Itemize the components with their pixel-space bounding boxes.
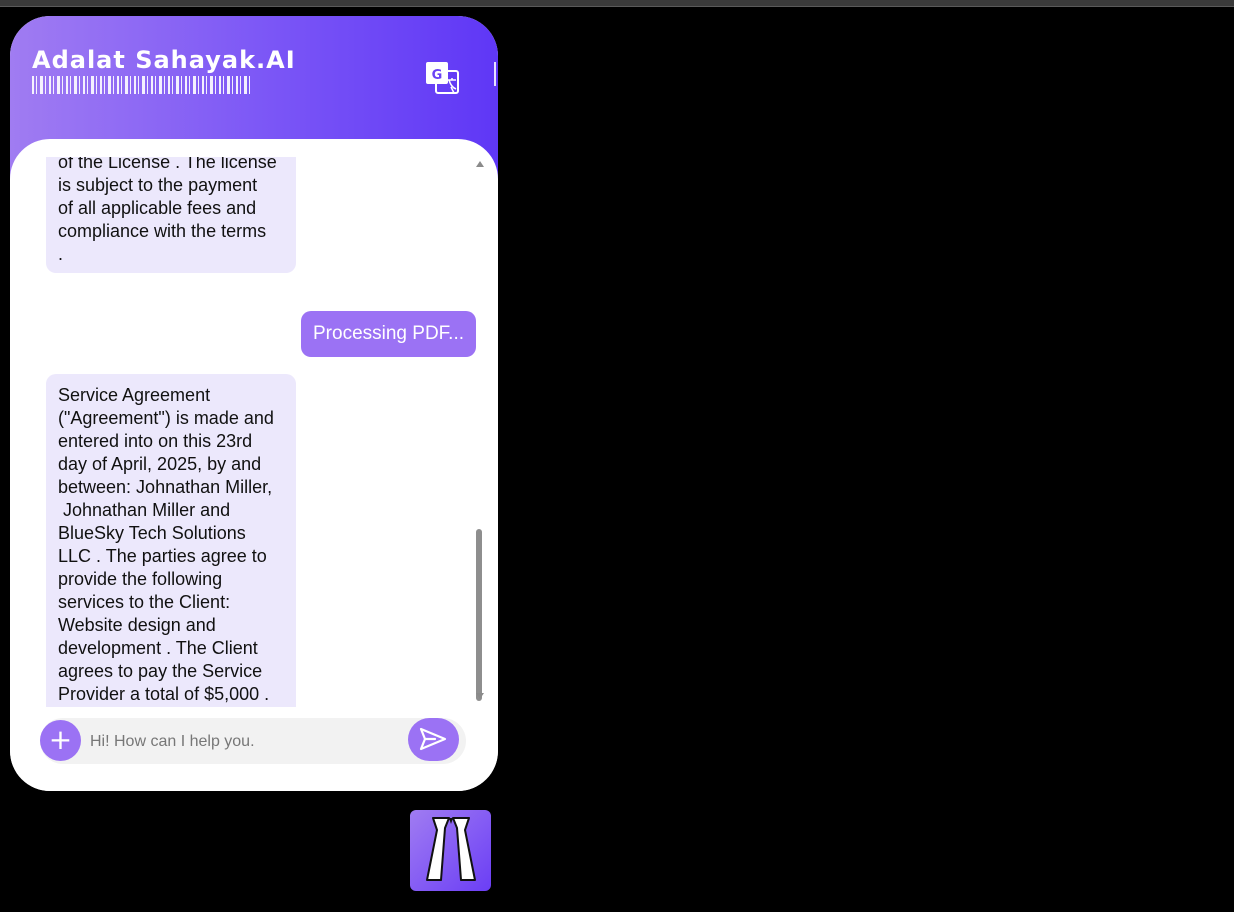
svg-text:G: G: [432, 68, 443, 83]
message-line: of all applicable fees and: [58, 198, 257, 218]
message-line: services to the Client:: [58, 592, 231, 612]
user-message: Processing PDF...: [301, 311, 476, 357]
message-line: of the License . The license: [58, 157, 277, 172]
message-line: .: [58, 244, 64, 264]
bot-message: of the License . The license is subject …: [46, 157, 296, 273]
message-line: ("Agreement") is made and: [58, 408, 274, 428]
header-divider: [494, 62, 496, 86]
lawyer-bands-icon: [426, 817, 476, 881]
scroll-down-arrow-icon[interactable]: [476, 693, 484, 699]
google-translate-icon: G: [426, 62, 459, 94]
chat-launcher-button[interactable]: [410, 810, 491, 891]
message-list[interactable]: of the License . The license is subject …: [10, 157, 498, 707]
message-line: provide the following: [58, 569, 223, 589]
message-line: compliance with the terms: [58, 221, 267, 241]
message-input[interactable]: [88, 726, 402, 758]
barcode-decoration: [32, 76, 250, 94]
bot-message: Service Agreement ("Agreement") is made …: [46, 374, 296, 707]
message-line: LLC . The parties agree to: [58, 546, 267, 566]
message-line: Service Agreement: [58, 385, 211, 405]
message-line: day of April, 2025, by and: [58, 454, 262, 474]
message-scrollbar[interactable]: [474, 157, 486, 701]
app-title: Adalat Sahayak.AI: [32, 46, 296, 74]
scroll-up-arrow-icon[interactable]: [476, 161, 484, 167]
message-line: BlueSky Tech Solutions: [58, 523, 246, 543]
scrollbar-thumb[interactable]: [476, 529, 482, 701]
chat-window: Adalat Sahayak.AI G of the License . The…: [10, 16, 498, 791]
message-line: Johnathan Miller and: [58, 500, 231, 520]
send-button[interactable]: [408, 718, 459, 761]
message-composer: +: [40, 718, 466, 764]
message-line: between: Johnathan Miller,: [58, 477, 273, 497]
chat-body: of the License . The license is subject …: [10, 139, 498, 791]
attach-button[interactable]: +: [40, 720, 81, 761]
message-line: agrees to pay the Service: [58, 661, 263, 681]
message-line: is subject to the payment: [58, 175, 258, 195]
message-line: development . The Client: [58, 638, 258, 658]
send-icon: [419, 727, 447, 751]
translate-button[interactable]: G: [424, 60, 460, 96]
message-line: Provider a total of $5,000 .: [58, 684, 270, 704]
message-line: Website design and: [58, 615, 216, 635]
message-text: Processing PDF...: [313, 323, 464, 344]
top-border: [0, 0, 1234, 7]
message-line: entered into on this 23rd: [58, 431, 253, 451]
